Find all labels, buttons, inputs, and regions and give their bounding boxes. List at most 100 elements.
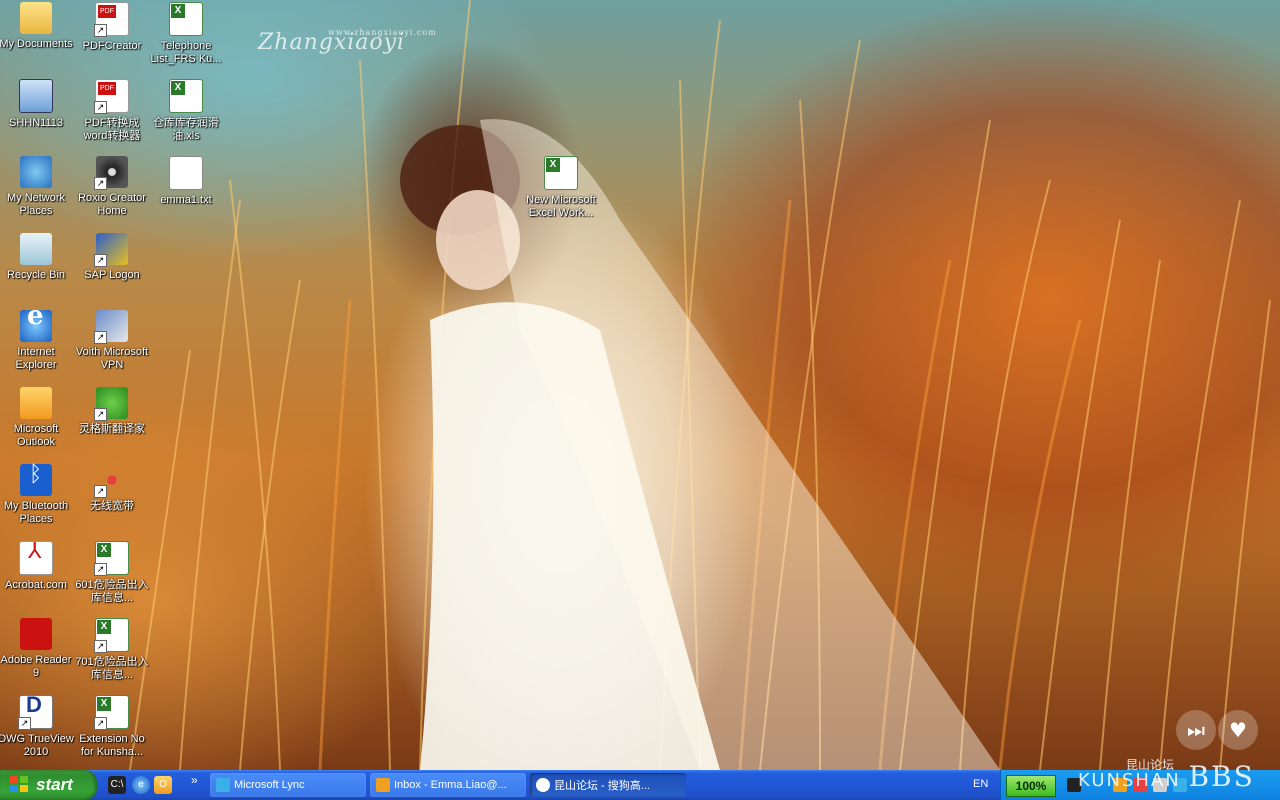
roxio-icon [94, 156, 128, 190]
icon-label: Telephone List_FRS Ku... [150, 40, 222, 65]
excel-icon [94, 618, 129, 653]
desktop-icon-dwg-trueview[interactable]: DWG TrueView 2010 [0, 695, 74, 759]
icon-label: 无线宽带 [90, 500, 134, 512]
pdf-icon [94, 2, 129, 37]
task-label: 昆山论坛 - 搜狗高... [554, 780, 650, 792]
task-kunshan-forum[interactable]: 昆山论坛 - 搜狗高... [530, 773, 686, 797]
start-label: start [36, 775, 73, 794]
desktop-icon-internet-explorer[interactable]: Internet Explorer [0, 310, 74, 372]
next-track-button[interactable]: ⏭ [1176, 710, 1216, 750]
desktop-icon-microsoft-outlook[interactable]: Microsoft Outlook [0, 387, 74, 449]
brand-cn: 昆山论坛 [1126, 758, 1175, 772]
icon-label: My Documents [0, 38, 73, 50]
desktop-icon-roxio[interactable]: Roxio Creator Home [74, 156, 150, 218]
excel-icon [544, 156, 578, 190]
icon-label: 仓库库存润滑油.xls [153, 117, 219, 142]
heart-icon: ♥ [1229, 718, 1247, 742]
brand-text: KUNSHAN [1078, 770, 1181, 791]
icon-label: Roxio Creator Home [78, 192, 146, 217]
icon-label: SHHN1113 [8, 117, 63, 129]
excel-icon [94, 541, 129, 576]
icon-label: SAP Logon [84, 269, 140, 281]
ie-icon [20, 310, 52, 342]
icon-label: Microsoft Outlook [13, 423, 59, 448]
desktop-icon-sap-logon[interactable]: SAP Logon [74, 233, 150, 282]
excel-icon [169, 2, 203, 36]
icon-label: 701危险品出入库信息... [75, 656, 149, 681]
ie-icon[interactable]: e [132, 776, 150, 794]
icon-label: New Microsoft Excel Work... [526, 194, 596, 219]
language-indicator[interactable]: EN [973, 778, 988, 790]
task-microsoft-lync[interactable]: Microsoft Lync [210, 773, 366, 797]
icon-label: My Network Places [6, 192, 66, 217]
dwg-icon [18, 695, 53, 730]
favorite-button[interactable]: ♥ [1218, 710, 1258, 750]
desktop-icon-adobe-reader[interactable]: Adobe Reader 9 [0, 618, 74, 680]
task-label: Inbox - Emma.Liao@... [394, 779, 507, 791]
network-icon [20, 156, 52, 188]
desktop-icon-my-network-places[interactable]: My Network Places [0, 156, 74, 218]
desktop-icon-lingoes[interactable]: 灵格斯翻译家 [74, 387, 150, 436]
desktop-icon-recycle-bin[interactable]: Recycle Bin [0, 233, 74, 282]
desktop-icon-my-bluetooth-places[interactable]: My Bluetooth Places [0, 464, 74, 526]
task-inbox-outlook[interactable]: Inbox - Emma.Liao@... [370, 773, 526, 797]
icon-label: Internet Explorer [15, 346, 57, 371]
desktop-icon-shhn1113[interactable]: SHHN1113 [0, 79, 74, 130]
text-file-icon [169, 156, 203, 190]
outlook-icon [20, 387, 52, 419]
watermark-url: www.zhangxiaoyi.com [328, 28, 437, 37]
computer-icon [19, 79, 53, 113]
icon-label: Acrobat.com [5, 579, 67, 591]
desktop-icon-new-excel[interactable]: New Microsoft Excel Work... [523, 156, 599, 220]
pdf-converter-icon [94, 79, 129, 114]
wireless-icon [94, 464, 128, 498]
excel-icon [94, 695, 129, 730]
icon-label: Recycle Bin [6, 269, 66, 281]
desktop-icon-warehouse-xls[interactable]: 仓库库存润滑油.xls [148, 79, 224, 143]
recycle-bin-icon [20, 233, 52, 265]
icon-label: emma1.txt [160, 194, 212, 206]
next-track-icon: ⏭ [1187, 718, 1205, 742]
forum-watermark: 昆山论坛 KUNSHAN BBS [1078, 758, 1255, 793]
vpn-icon [94, 310, 128, 344]
desktop-icon-emma-txt[interactable]: emma1.txt [148, 156, 224, 207]
desktop-icon-my-documents[interactable]: My Documents [0, 2, 74, 51]
brand-bbs: BBS [1188, 760, 1255, 793]
sogou-browser-icon [536, 778, 550, 792]
bluetooth-icon [20, 464, 52, 496]
icon-label: Extension No for Kunsha... [79, 733, 145, 758]
wallpaper-watermark: www.zhangxiaoyi.com Zhangxiaoyi [258, 28, 436, 55]
desktop-icon-pdfcreator[interactable]: PDFCreator [74, 2, 150, 53]
desktop-icon-pdf-converter[interactable]: PDF转换成word转换器 [74, 79, 150, 143]
quick-launch-overflow[interactable]: » [191, 773, 198, 787]
icon-label: Adobe Reader 9 [0, 654, 72, 679]
outlook-icon [376, 778, 390, 792]
desktop-icon-voith-vpn[interactable]: Voith Microsoft VPN [74, 310, 150, 372]
excel-icon [169, 79, 203, 113]
windows-logo-icon [10, 776, 30, 794]
icon-label: 601危险品出入库信息... [75, 579, 149, 604]
icon-label: PDFCreator [82, 40, 142, 52]
icon-label: My Bluetooth Places [3, 500, 69, 525]
acrobat-icon [19, 541, 53, 575]
desktop-icon-extension-no[interactable]: Extension No for Kunsha... [74, 695, 150, 759]
zoom-level[interactable]: 100% [1006, 775, 1056, 797]
cmd-icon[interactable]: C:\ [108, 776, 126, 794]
task-label: Microsoft Lync [234, 779, 305, 791]
lync-icon [216, 778, 230, 792]
desktop-icon-wireless-broadband[interactable]: 无线宽带 [74, 464, 150, 513]
desktop-icon-601-xls[interactable]: 601危险品出入库信息... [74, 541, 150, 605]
icon-label: PDF转换成word转换器 [83, 117, 141, 142]
desktop-icon-telephone-list[interactable]: Telephone List_FRS Ku... [148, 2, 224, 66]
desktop-icon-acrobat-com[interactable]: Acrobat.com [0, 541, 74, 592]
adobe-reader-icon [20, 618, 52, 650]
desktop-icon-701-xls[interactable]: 701危险品出入库信息... [74, 618, 150, 682]
start-button[interactable]: start [0, 770, 97, 800]
icon-label: 灵格斯翻译家 [79, 423, 145, 435]
outlook-icon[interactable]: O [154, 776, 172, 794]
icon-label: DWG TrueView 2010 [0, 733, 74, 758]
lingoes-icon [94, 387, 128, 421]
folder-icon [20, 2, 52, 34]
icon-label: Voith Microsoft VPN [75, 346, 149, 371]
sap-icon [94, 233, 128, 267]
